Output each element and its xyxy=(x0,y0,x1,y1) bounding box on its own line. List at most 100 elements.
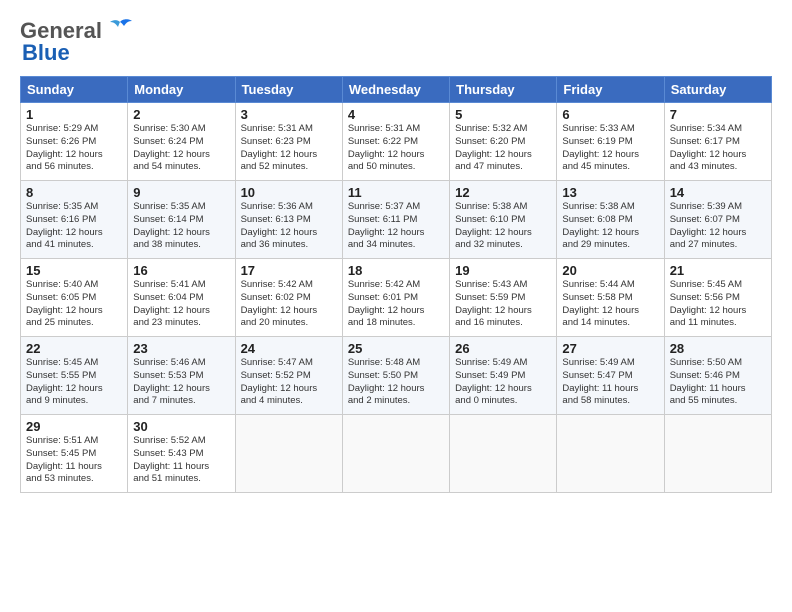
calendar-cell: 22Sunrise: 5:45 AMSunset: 5:55 PMDayligh… xyxy=(21,337,128,415)
day-detail: Sunrise: 5:50 AM xyxy=(670,357,766,370)
day-detail: Sunset: 6:24 PM xyxy=(133,136,229,149)
day-detail: Daylight: 12 hours xyxy=(670,227,766,240)
day-detail: Sunset: 5:53 PM xyxy=(133,370,229,383)
day-number: 10 xyxy=(241,185,337,200)
day-number: 7 xyxy=(670,107,766,122)
day-detail: and 34 minutes. xyxy=(348,239,444,252)
day-detail: Daylight: 12 hours xyxy=(241,305,337,318)
day-detail: Daylight: 12 hours xyxy=(133,227,229,240)
day-detail: Sunset: 6:26 PM xyxy=(26,136,122,149)
header-monday: Monday xyxy=(128,77,235,103)
calendar-week-row: 29Sunrise: 5:51 AMSunset: 5:45 PMDayligh… xyxy=(21,415,772,493)
calendar-cell xyxy=(557,415,664,493)
calendar-week-row: 15Sunrise: 5:40 AMSunset: 6:05 PMDayligh… xyxy=(21,259,772,337)
day-detail: Sunset: 6:11 PM xyxy=(348,214,444,227)
calendar-cell: 21Sunrise: 5:45 AMSunset: 5:56 PMDayligh… xyxy=(664,259,771,337)
day-detail: Sunrise: 5:40 AM xyxy=(26,279,122,292)
calendar-cell: 28Sunrise: 5:50 AMSunset: 5:46 PMDayligh… xyxy=(664,337,771,415)
calendar-week-row: 1Sunrise: 5:29 AMSunset: 6:26 PMDaylight… xyxy=(21,103,772,181)
day-detail: Sunset: 6:02 PM xyxy=(241,292,337,305)
day-detail: Sunset: 6:20 PM xyxy=(455,136,551,149)
day-number: 4 xyxy=(348,107,444,122)
day-detail: and 52 minutes. xyxy=(241,161,337,174)
day-detail: Sunrise: 5:43 AM xyxy=(455,279,551,292)
day-detail: Sunset: 5:47 PM xyxy=(562,370,658,383)
day-detail: Sunset: 5:56 PM xyxy=(670,292,766,305)
calendar-cell: 4Sunrise: 5:31 AMSunset: 6:22 PMDaylight… xyxy=(342,103,449,181)
day-detail: and 29 minutes. xyxy=(562,239,658,252)
day-detail: and 18 minutes. xyxy=(348,317,444,330)
day-number: 19 xyxy=(455,263,551,278)
day-number: 8 xyxy=(26,185,122,200)
day-number: 27 xyxy=(562,341,658,356)
day-detail: Sunrise: 5:35 AM xyxy=(133,201,229,214)
day-detail: Sunset: 5:59 PM xyxy=(455,292,551,305)
day-detail: Daylight: 11 hours xyxy=(26,461,122,474)
calendar-cell: 26Sunrise: 5:49 AMSunset: 5:49 PMDayligh… xyxy=(450,337,557,415)
day-detail: Daylight: 12 hours xyxy=(455,383,551,396)
day-number: 21 xyxy=(670,263,766,278)
calendar-cell: 24Sunrise: 5:47 AMSunset: 5:52 PMDayligh… xyxy=(235,337,342,415)
day-number: 12 xyxy=(455,185,551,200)
calendar-cell: 9Sunrise: 5:35 AMSunset: 6:14 PMDaylight… xyxy=(128,181,235,259)
day-detail: Daylight: 12 hours xyxy=(348,149,444,162)
day-detail: Sunrise: 5:41 AM xyxy=(133,279,229,292)
day-detail: Daylight: 12 hours xyxy=(562,149,658,162)
day-detail: Sunset: 5:55 PM xyxy=(26,370,122,383)
day-detail: Sunset: 6:01 PM xyxy=(348,292,444,305)
day-detail: Sunset: 5:46 PM xyxy=(670,370,766,383)
day-detail: and 2 minutes. xyxy=(348,395,444,408)
day-detail: Daylight: 11 hours xyxy=(133,461,229,474)
day-detail: Daylight: 12 hours xyxy=(455,149,551,162)
day-detail: Sunrise: 5:31 AM xyxy=(241,123,337,136)
day-detail: and 4 minutes. xyxy=(241,395,337,408)
calendar-cell xyxy=(450,415,557,493)
day-detail: Daylight: 12 hours xyxy=(26,227,122,240)
day-detail: and 9 minutes. xyxy=(26,395,122,408)
day-detail: Sunset: 6:17 PM xyxy=(670,136,766,149)
day-detail: and 20 minutes. xyxy=(241,317,337,330)
day-detail: Daylight: 12 hours xyxy=(562,227,658,240)
day-detail: Daylight: 12 hours xyxy=(241,149,337,162)
header-tuesday: Tuesday xyxy=(235,77,342,103)
calendar-header-row: SundayMondayTuesdayWednesdayThursdayFrid… xyxy=(21,77,772,103)
day-number: 22 xyxy=(26,341,122,356)
day-number: 14 xyxy=(670,185,766,200)
day-detail: Daylight: 12 hours xyxy=(455,305,551,318)
day-detail: Daylight: 12 hours xyxy=(348,227,444,240)
calendar-cell: 16Sunrise: 5:41 AMSunset: 6:04 PMDayligh… xyxy=(128,259,235,337)
day-detail: and 55 minutes. xyxy=(670,395,766,408)
day-detail: Daylight: 11 hours xyxy=(562,383,658,396)
day-detail: Sunrise: 5:38 AM xyxy=(455,201,551,214)
day-detail: and 47 minutes. xyxy=(455,161,551,174)
calendar-cell: 23Sunrise: 5:46 AMSunset: 5:53 PMDayligh… xyxy=(128,337,235,415)
day-detail: Sunrise: 5:34 AM xyxy=(670,123,766,136)
day-detail: and 32 minutes. xyxy=(455,239,551,252)
day-number: 24 xyxy=(241,341,337,356)
day-detail: Sunrise: 5:46 AM xyxy=(133,357,229,370)
day-detail: and 23 minutes. xyxy=(133,317,229,330)
day-detail: and 43 minutes. xyxy=(670,161,766,174)
day-detail: Sunset: 5:43 PM xyxy=(133,448,229,461)
calendar-cell: 30Sunrise: 5:52 AMSunset: 5:43 PMDayligh… xyxy=(128,415,235,493)
header-saturday: Saturday xyxy=(664,77,771,103)
day-detail: Sunrise: 5:38 AM xyxy=(562,201,658,214)
day-detail: Sunrise: 5:42 AM xyxy=(241,279,337,292)
day-detail: Daylight: 11 hours xyxy=(670,383,766,396)
day-detail: Daylight: 12 hours xyxy=(670,149,766,162)
day-detail: Daylight: 12 hours xyxy=(26,149,122,162)
day-detail: Sunrise: 5:45 AM xyxy=(26,357,122,370)
day-detail: Sunset: 6:10 PM xyxy=(455,214,551,227)
day-detail: Sunset: 6:23 PM xyxy=(241,136,337,149)
day-detail: Sunrise: 5:30 AM xyxy=(133,123,229,136)
day-detail: Sunset: 6:22 PM xyxy=(348,136,444,149)
day-detail: Sunset: 5:49 PM xyxy=(455,370,551,383)
calendar-cell: 20Sunrise: 5:44 AMSunset: 5:58 PMDayligh… xyxy=(557,259,664,337)
header-thursday: Thursday xyxy=(450,77,557,103)
day-detail: Sunset: 6:16 PM xyxy=(26,214,122,227)
header-sunday: Sunday xyxy=(21,77,128,103)
day-detail: Daylight: 12 hours xyxy=(241,227,337,240)
day-detail: Sunset: 5:50 PM xyxy=(348,370,444,383)
day-detail: Sunset: 5:58 PM xyxy=(562,292,658,305)
day-number: 5 xyxy=(455,107,551,122)
